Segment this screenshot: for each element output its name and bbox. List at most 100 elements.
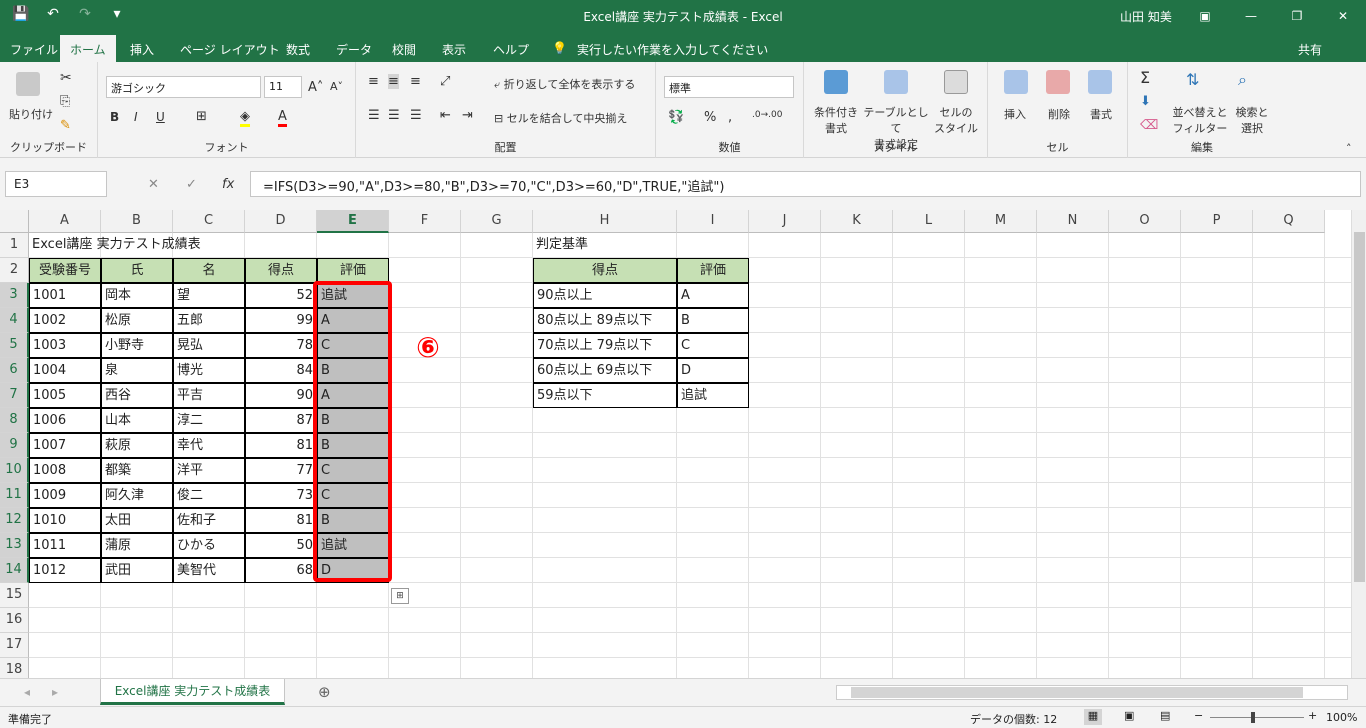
wrap-text-button[interactable]: ⤶ 折り返して全体を表示する (494, 76, 635, 92)
font-color-icon[interactable]: A (278, 109, 287, 127)
table-cell[interactable]: ひかる (173, 533, 245, 558)
indent-increase-icon[interactable]: ⇥ (462, 108, 473, 123)
column-header-b[interactable]: B (101, 210, 173, 233)
row-header-14[interactable]: 14 (0, 558, 29, 583)
table-header-cell[interactable]: 名 (173, 258, 245, 283)
table-cell[interactable]: 山本 (101, 408, 173, 433)
sort-filter-icon[interactable]: ⇅ (1186, 70, 1199, 89)
criteria-header-cell[interactable]: 得点 (533, 258, 677, 283)
column-header-n[interactable]: N (1037, 210, 1109, 233)
row-header-10[interactable]: 10 (0, 458, 29, 483)
criteria-cell[interactable]: 59点以下 (533, 383, 677, 408)
percent-style-button[interactable]: % (704, 110, 716, 125)
table-cell[interactable]: 1007 (29, 433, 101, 458)
vertical-scrollbar[interactable] (1351, 210, 1366, 678)
table-cell[interactable]: 1008 (29, 458, 101, 483)
column-header-d[interactable]: D (245, 210, 317, 233)
tab-file[interactable]: ファイル (10, 41, 58, 58)
table-header-cell[interactable]: 得点 (245, 258, 317, 283)
table-header-cell[interactable]: 氏 (101, 258, 173, 283)
row-header-1[interactable]: 1 (0, 233, 29, 258)
paste-icon[interactable] (16, 72, 40, 96)
table-cell[interactable]: 晃弘 (173, 333, 245, 358)
column-header-p[interactable]: P (1181, 210, 1253, 233)
align-center-icon[interactable]: ☰ (388, 108, 400, 123)
minimize-button[interactable]: — (1228, 0, 1274, 32)
table-cell[interactable]: 五郎 (173, 308, 245, 333)
copy-icon[interactable]: ⎘ (60, 94, 70, 109)
tab-review[interactable]: 校閲 (392, 41, 416, 58)
restore-button[interactable]: ❐ (1274, 0, 1320, 32)
column-header-k[interactable]: K (821, 210, 893, 233)
number-format-select[interactable]: 標準 (664, 76, 794, 98)
criteria-cell[interactable]: 80点以上 89点以下 (533, 308, 677, 333)
table-cell[interactable]: 1005 (29, 383, 101, 408)
column-header-f[interactable]: F (389, 210, 461, 233)
table-header-cell[interactable]: 受験番号 (29, 258, 101, 283)
sort-filter-button[interactable]: 並べ替えと フィルター (1170, 104, 1230, 136)
find-select-button[interactable]: 検索と 選択 (1232, 104, 1272, 136)
criteria-cell[interactable]: 60点以上 69点以下 (533, 358, 677, 383)
paste-button[interactable]: 貼り付け (6, 106, 56, 122)
cell-styles-icon[interactable] (944, 70, 968, 94)
table-cell[interactable]: 松原 (101, 308, 173, 333)
criteria-cell[interactable]: D (677, 358, 749, 383)
cell-styles-button[interactable]: セルの スタイル (930, 104, 982, 136)
table-cell[interactable]: 99 (245, 308, 317, 333)
table-cell[interactable]: 68 (245, 558, 317, 583)
table-cell[interactable]: 武田 (101, 558, 173, 583)
table-cell[interactable]: 81 (245, 433, 317, 458)
tab-data[interactable]: データ (336, 41, 372, 58)
user-name[interactable]: 山田 知美 (1120, 8, 1172, 25)
table-cell[interactable]: 1004 (29, 358, 101, 383)
autosum-icon[interactable]: Σ (1140, 68, 1150, 87)
table-cell[interactable]: 都築 (101, 458, 173, 483)
table-cell[interactable]: 81 (245, 508, 317, 533)
column-header-l[interactable]: L (893, 210, 965, 233)
criteria-cell[interactable]: B (677, 308, 749, 333)
format-as-table-icon[interactable] (884, 70, 908, 94)
table-cell[interactable]: 泉 (101, 358, 173, 383)
column-header-j[interactable]: J (749, 210, 821, 233)
prev-sheet-icon[interactable]: ◂ (24, 685, 30, 699)
row-header-4[interactable]: 4 (0, 308, 29, 333)
insert-cells-button[interactable]: 挿入 (1004, 106, 1026, 122)
insert-cells-icon[interactable] (1004, 70, 1028, 94)
table-cell[interactable]: 俊二 (173, 483, 245, 508)
column-header-i[interactable]: I (677, 210, 749, 233)
name-box[interactable]: E3 (5, 171, 107, 197)
tab-home[interactable]: ホーム (60, 35, 116, 62)
table-cell[interactable]: 84 (245, 358, 317, 383)
row-header-3[interactable]: 3 (0, 283, 29, 308)
table-cell[interactable]: 平吉 (173, 383, 245, 408)
format-cells-button[interactable]: 書式 (1090, 106, 1112, 122)
delete-cells-button[interactable]: 削除 (1048, 106, 1070, 122)
table-cell[interactable]: 太田 (101, 508, 173, 533)
delete-cells-icon[interactable] (1046, 70, 1070, 94)
criteria-title-cell[interactable]: 判定基準 (533, 233, 677, 258)
fill-color-icon[interactable]: ◈ (240, 109, 250, 127)
sheet-title-cell[interactable]: Excel講座 実力テスト成績表 (29, 233, 319, 258)
quick-analysis-icon[interactable]: ⊞ (391, 588, 409, 604)
page-layout-view-icon[interactable]: ▣ (1124, 709, 1134, 722)
column-header-o[interactable]: O (1109, 210, 1181, 233)
table-cell[interactable]: 77 (245, 458, 317, 483)
font-size-select[interactable]: 11 (264, 76, 302, 98)
table-cell[interactable]: 1002 (29, 308, 101, 333)
conditional-formatting-icon[interactable] (824, 70, 848, 94)
table-cell[interactable]: 1001 (29, 283, 101, 308)
tab-help[interactable]: ヘルプ (493, 41, 529, 58)
criteria-cell[interactable]: C (677, 333, 749, 358)
criteria-cell[interactable]: 70点以上 79点以下 (533, 333, 677, 358)
align-left-icon[interactable]: ☰ (368, 108, 380, 123)
column-header-e[interactable]: E (317, 210, 389, 233)
collapse-ribbon-icon[interactable]: ˄ (1346, 142, 1352, 155)
align-middle-icon[interactable]: ≡ (388, 74, 399, 89)
table-cell[interactable]: 1006 (29, 408, 101, 433)
zoom-in-icon[interactable]: + (1308, 709, 1317, 722)
criteria-cell[interactable]: 90点以上 (533, 283, 677, 308)
row-header-2[interactable]: 2 (0, 258, 29, 283)
find-select-icon[interactable]: ⌕ (1238, 70, 1247, 90)
table-cell[interactable]: 1012 (29, 558, 101, 583)
table-cell[interactable]: 幸代 (173, 433, 245, 458)
